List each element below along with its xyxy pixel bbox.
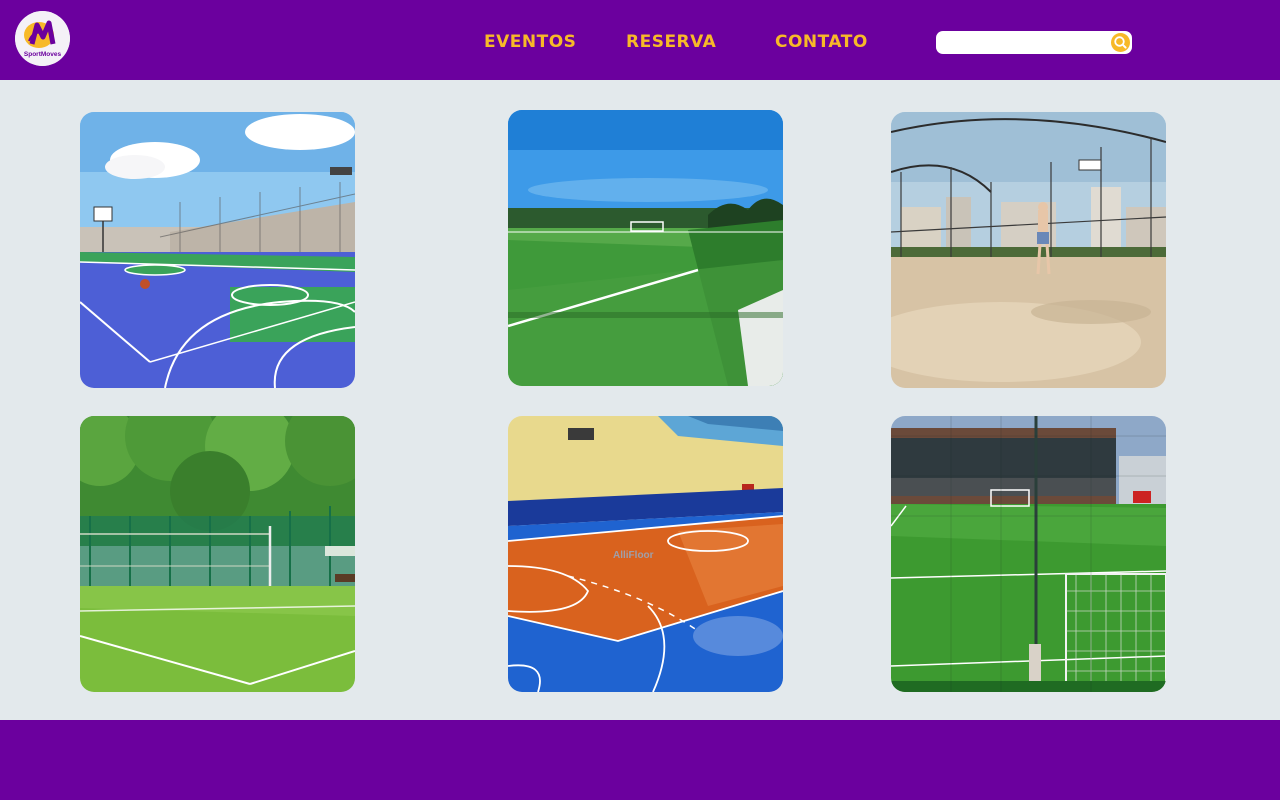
gallery-image-football-goal[interactable] (891, 416, 1166, 692)
search-box (936, 31, 1132, 54)
logo-icon: SportMoves (15, 11, 70, 66)
nav-link-reserva[interactable]: RESERVA (626, 31, 716, 53)
footer-bar (0, 720, 1280, 800)
top-navbar: SportMoves EVENTOS RESERVA CONTATO (0, 0, 1280, 80)
search-icon (1114, 36, 1127, 49)
watermark-logo: AlliFloor (613, 550, 654, 561)
logo[interactable]: SportMoves (15, 11, 70, 66)
logo-text: SportMoves (24, 51, 62, 58)
nav-link-contato[interactable]: CONTATO (775, 31, 868, 53)
gallery-image-sand-court[interactable] (891, 112, 1166, 388)
search-button[interactable] (1111, 33, 1130, 52)
gallery-image-football-field[interactable] (508, 110, 783, 386)
search-input[interactable] (944, 33, 1104, 52)
nav-link-eventos[interactable]: EVENTOS (484, 31, 576, 53)
gallery-image-blue-court[interactable] (80, 112, 355, 388)
gallery-image-indoor-court[interactable]: AlliFloor (508, 416, 783, 692)
gallery-image-grass-volleyball-court[interactable] (80, 416, 355, 692)
